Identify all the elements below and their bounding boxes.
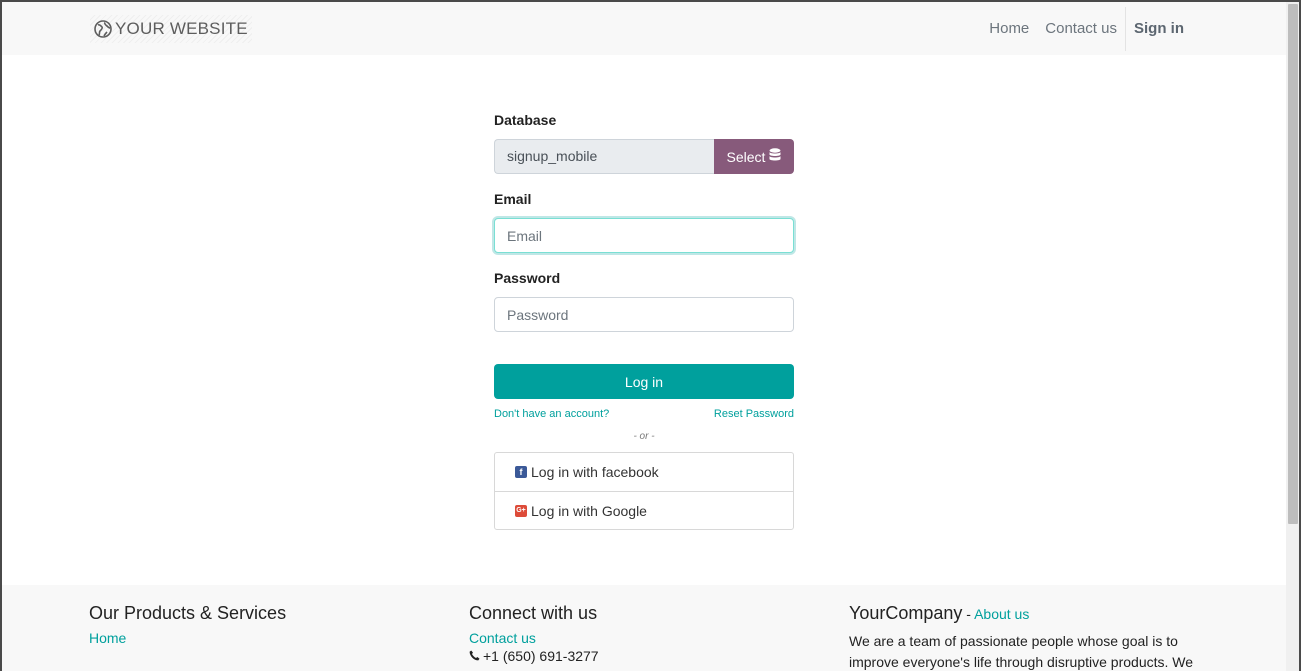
login-form: Database signup_mobile Select Email Pass… — [494, 112, 794, 530]
browser-page: YOUR WEBSITE Home Contact us Sign in Dat… — [2, 2, 1299, 671]
company-title: YourCompany - About us — [849, 602, 1199, 625]
footer-home-link[interactable]: Home — [89, 630, 286, 646]
footer-company: YourCompany - About us We are a team of … — [849, 602, 1199, 671]
about-us-link[interactable]: About us — [974, 606, 1029, 622]
database-field: signup_mobile — [494, 139, 714, 174]
google-plus-icon: G+ — [515, 504, 527, 517]
nav-home[interactable]: Home — [981, 20, 1037, 37]
footer-contact-link[interactable]: Contact us — [469, 630, 599, 646]
company-separator: - — [962, 606, 975, 622]
email-label: Email — [494, 191, 532, 207]
footer-phone: +1 (650) 691-3277 — [469, 648, 599, 664]
or-separator: - or - — [633, 431, 655, 442]
select-database-button[interactable]: Select — [714, 139, 794, 174]
password-label: Password — [494, 270, 561, 286]
footer-products: Our Products & Services Home — [89, 602, 286, 646]
phone-number: +1 (650) 691-3277 — [483, 648, 599, 664]
reset-password-link[interactable]: Reset Password — [714, 408, 794, 420]
facebook-login-button[interactable]: f Log in with facebook — [495, 453, 793, 491]
connect-title: Connect with us — [469, 603, 598, 623]
facebook-icon: f — [515, 466, 527, 478]
database-label: Database — [494, 112, 557, 128]
facebook-login-label: Log in with facebook — [531, 464, 659, 480]
globe-icon — [94, 20, 112, 38]
nav-links: Home Contact us Sign in — [981, 2, 1192, 55]
top-navbar: YOUR WEBSITE Home Contact us Sign in — [2, 2, 1286, 55]
products-title: Our Products & Services — [89, 603, 287, 623]
login-button[interactable]: Log in — [494, 364, 794, 399]
google-login-label: Log in with Google — [531, 502, 647, 519]
brand-text: YOUR WEBSITE — [115, 19, 248, 38]
phone-icon — [469, 648, 480, 664]
page-scrollbar[interactable] — [1286, 2, 1299, 671]
site-footer: Our Products & Services Home Connect wit… — [2, 585, 1286, 671]
email-field[interactable] — [494, 218, 794, 253]
scrollbar-thumb[interactable] — [1288, 4, 1298, 524]
footer-connect: Connect with us Contact us +1 (650) 691-… — [469, 602, 599, 664]
google-login-button[interactable]: G+ Log in with Google — [495, 491, 793, 529]
company-description: We are a team of passionate people whose… — [849, 633, 1194, 670]
site-brand[interactable]: YOUR WEBSITE — [90, 15, 252, 43]
account-links: Don't have an account? Reset Password — [494, 408, 794, 420]
nav-contact-us[interactable]: Contact us — [1037, 20, 1125, 37]
database-input-group: signup_mobile Select — [494, 139, 794, 174]
nav-sign-in[interactable]: Sign in — [1126, 20, 1192, 37]
password-field[interactable] — [494, 297, 794, 332]
oauth-providers: f Log in with facebook G+ Log in with Go… — [494, 452, 794, 530]
select-button-label: Select — [726, 148, 766, 165]
signup-link[interactable]: Don't have an account? — [494, 408, 609, 420]
database-icon — [769, 148, 781, 165]
company-name: YourCompany — [849, 603, 963, 623]
